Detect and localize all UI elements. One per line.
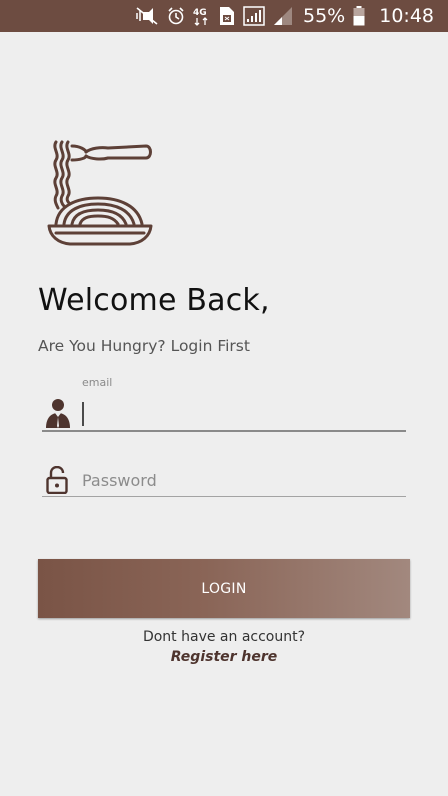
signal-secondary-icon <box>273 6 293 26</box>
sim-icon <box>219 6 235 26</box>
password-input[interactable] <box>82 468 382 492</box>
status-bar: 4G 55% 10:48 <box>0 0 448 32</box>
register-link[interactable]: Register here <box>0 649 448 665</box>
page-title: Welcome Back, <box>38 283 270 318</box>
email-label: email <box>82 376 113 389</box>
no-account-text: Dont have an account? <box>142 629 306 645</box>
email-input[interactable] <box>82 400 382 426</box>
unlock-icon <box>46 465 68 495</box>
text-cursor <box>82 402 84 426</box>
noodle-bowl-fork-icon <box>47 140 153 246</box>
email-underline <box>42 430 406 432</box>
battery-icon <box>353 6 365 26</box>
signal-icon <box>243 6 265 26</box>
data-4g-icon: 4G <box>193 6 211 26</box>
alarm-icon <box>167 7 185 25</box>
svg-text:4G: 4G <box>193 8 207 18</box>
page-subtitle: Are You Hungry? Login First <box>38 337 250 355</box>
app-logo <box>46 138 154 248</box>
login-button[interactable]: LOGIN <box>38 559 410 618</box>
password-underline <box>42 496 406 497</box>
password-field[interactable] <box>42 462 406 500</box>
clock: 10:48 <box>379 5 434 27</box>
vibrate-mute-icon <box>135 7 159 25</box>
battery-percent: 55% <box>303 5 346 27</box>
email-field[interactable]: email <box>42 376 406 434</box>
person-suit-icon <box>45 398 71 428</box>
